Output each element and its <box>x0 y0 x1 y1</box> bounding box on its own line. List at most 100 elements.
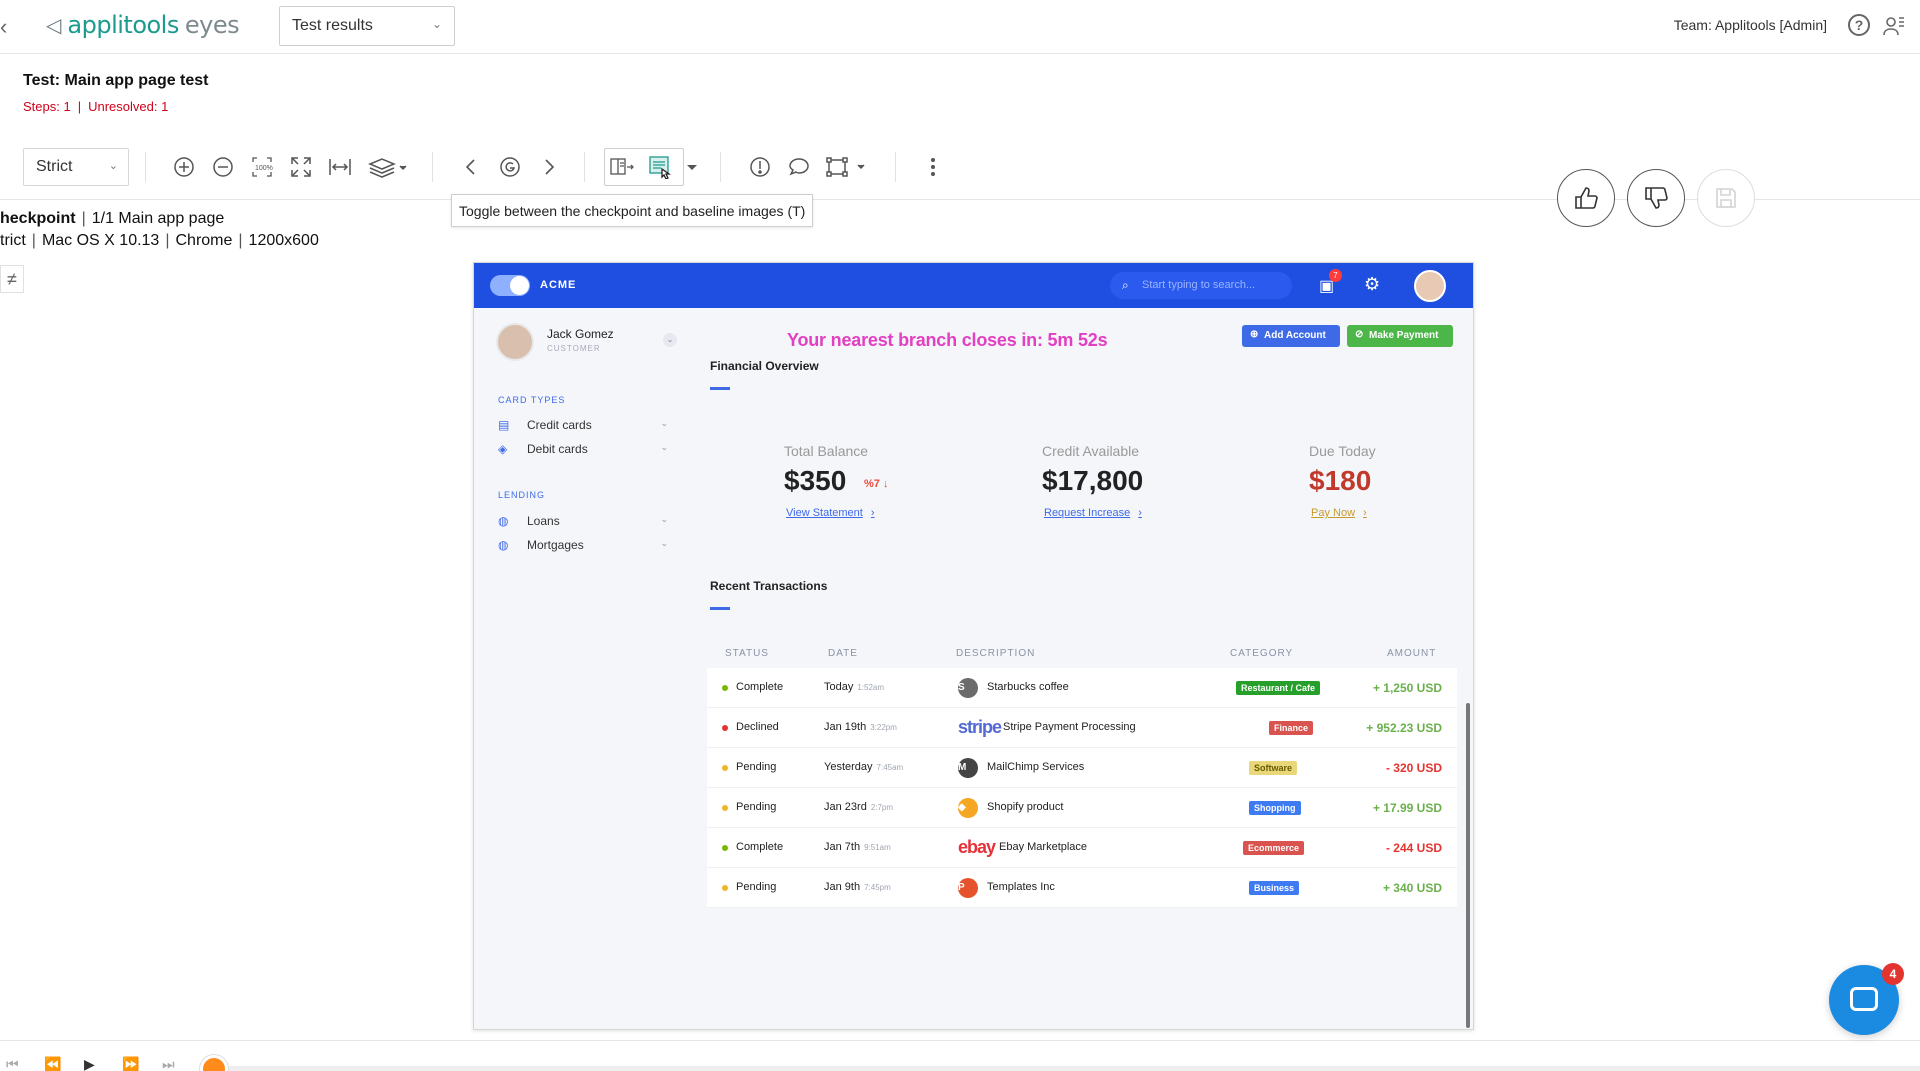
make-payment-button: ⊘ Make Payment <box>1347 325 1453 347</box>
acme-user-avatar <box>496 323 534 361</box>
thumbs-up-button[interactable] <box>1557 169 1615 227</box>
checkpoint-title: heckpoint | 1/1 Main app page <box>0 210 225 227</box>
toolbar-divider <box>584 152 585 182</box>
skip-to-start-icon[interactable]: ⏮ <box>6 1056 19 1071</box>
skip-to-end-icon[interactable]: ⏭ <box>162 1056 175 1071</box>
test-results-select[interactable]: Test results ⌄ <box>279 6 455 46</box>
plus-circle-icon: ⊕ <box>1250 329 1259 340</box>
heading-underline <box>710 607 730 610</box>
financial-overview-heading: Financial Overview <box>710 359 819 373</box>
toolbar-divider <box>145 152 146 182</box>
previous-frame-icon[interactable]: ⏪ <box>44 1056 61 1071</box>
toggle-tooltip: Toggle between the checkpoint and baseli… <box>451 194 814 227</box>
test-results-select-value: Test results <box>292 17 373 34</box>
gear-icon: ⚙ <box>1364 274 1381 294</box>
acme-brand: ACME <box>540 279 577 291</box>
save-icon <box>1716 188 1736 208</box>
pay-now-link: Pay Now › <box>1311 507 1367 519</box>
stat-label-due-today: Due Today <box>1309 443 1376 459</box>
previous-step-icon[interactable] <box>458 154 484 180</box>
credit-card-icon: ▤ <box>498 418 510 432</box>
back-chevron-icon[interactable]: ‹ <box>0 14 7 40</box>
playback-thumb[interactable] <box>200 1055 228 1071</box>
checkpoint-image[interactable]: ACME ⌕ Start typing to search... ▣ 7 ⚙ Ja… <box>473 262 1474 1030</box>
table-row: Pending Jan 23rd 2:7pm ◆ Shopify product Shop… <box>707 788 1457 828</box>
zoom-in-icon[interactable] <box>171 154 197 180</box>
zoom-100-icon[interactable]: 100% <box>249 154 275 180</box>
section-lending: LENDING <box>498 490 546 500</box>
tx-status: Pending <box>736 761 777 773</box>
save-button[interactable] <box>1697 169 1755 227</box>
test-title: Test: Main app page test <box>23 72 209 89</box>
app-logo[interactable]: ◁ applitools eyes <box>46 11 240 39</box>
fit-screen-icon[interactable] <box>288 154 314 180</box>
acme-toggle-icon <box>490 275 530 296</box>
checkpoint-match-level: trict <box>0 232 26 249</box>
help-icon[interactable]: ? <box>1848 14 1870 36</box>
next-frame-icon[interactable]: ⏩ <box>122 1056 139 1071</box>
play-icon[interactable]: ▶ <box>84 1056 95 1071</box>
acme-chat-badge: 7 <box>1329 269 1342 282</box>
remark-icon[interactable] <box>786 154 812 180</box>
match-level-value: Strict <box>36 158 73 175</box>
avatar <box>1414 270 1446 302</box>
fit-width-icon[interactable] <box>327 154 353 180</box>
layers-icon: ◈ <box>498 442 508 456</box>
tx-amount: + 17.99 USD <box>1372 801 1442 815</box>
merchant-logo-icon: stripe <box>958 717 1002 737</box>
region-dropdown-icon[interactable] <box>825 154 869 180</box>
tx-description: MailChimp Services <box>987 761 1085 773</box>
next-step-icon[interactable] <box>536 154 562 180</box>
playback-track[interactable] <box>213 1066 1920 1071</box>
top-bar: ‹ ◁ applitools eyes Test results ⌄ Team:… <box>0 0 1920 54</box>
logo-eye-icon: ◁ <box>46 14 62 37</box>
status-dot <box>722 725 728 731</box>
nav-item-debit-cards: ◈ Debit cards ⌄ <box>498 442 668 456</box>
layers-dropdown-icon[interactable] <box>366 154 410 180</box>
tx-date: Jan 7th 9:51am <box>824 841 891 853</box>
link-icon: ⊘ <box>1355 329 1364 340</box>
support-chat-button[interactable]: 4 <box>1829 963 1904 1035</box>
playback-bar: ⏮ ⏪ ▶ ⏩ ⏭ <box>0 1040 1920 1071</box>
column-header-amount: AMOUNT <box>1387 648 1437 659</box>
svg-text:100%: 100% <box>255 165 273 172</box>
column-header-date: DATE <box>828 648 858 659</box>
step-navigator-icon[interactable] <box>497 154 523 180</box>
toolbar-divider <box>895 152 896 182</box>
checkpoint-label: heckpoint <box>0 210 76 227</box>
zoom-out-icon[interactable] <box>210 154 236 180</box>
tx-description: Templates Inc <box>987 881 1055 893</box>
chevron-down-icon: ⌄ <box>431 17 442 31</box>
unresolved-count[interactable]: Unresolved: 1 <box>88 99 168 114</box>
acme-search-input: ⌕ Start typing to search... <box>1110 272 1292 299</box>
stat-value-total-balance: $350 <box>784 465 847 496</box>
side-by-side-view-icon[interactable] <box>609 154 635 180</box>
nav-item-credit-cards: ▤ Credit cards ⌄ <box>498 418 668 432</box>
match-level-select[interactable]: Strict ⌄ <box>23 148 129 186</box>
acme-user-role: CUSTOMER <box>547 344 601 353</box>
tx-description: Starbucks coffee <box>987 681 1069 693</box>
tx-category-badge: Finance <box>1269 721 1314 735</box>
checkpoint-browser: Chrome <box>175 232 233 249</box>
toolbar-divider <box>432 152 433 182</box>
view-mode-dropdown-icon[interactable] <box>683 154 701 180</box>
thumbs-down-button[interactable] <box>1627 169 1685 227</box>
test-meta: Steps: 1 | Unresolved: 1 <box>23 99 169 114</box>
more-options-icon[interactable] <box>920 154 946 180</box>
toggle-checkpoint-baseline-icon[interactable] <box>647 154 673 180</box>
table-row: Pending Jan 9th 7:45pm P Templates Inc Busine… <box>707 868 1457 908</box>
user-settings-icon[interactable] <box>1882 14 1906 38</box>
status-dot <box>722 765 728 771</box>
diff-indicator-icon[interactable]: ≠ <box>0 265 24 293</box>
issue-icon[interactable] <box>747 154 773 180</box>
status-dot <box>722 805 728 811</box>
tx-date: Jan 23rd 2:7pm <box>824 801 894 813</box>
tx-description: Ebay Marketplace <box>999 841 1088 853</box>
merchant-logo-icon: P <box>958 878 978 898</box>
view-statement-link: View Statement › <box>786 507 875 519</box>
tx-category-badge: Software <box>1249 761 1298 775</box>
tx-date: Jan 19th 3:22pm <box>824 721 897 733</box>
column-header-description: DESCRIPTION <box>956 648 1036 659</box>
merchant-logo-icon: M <box>958 758 978 778</box>
team-label[interactable]: Team: Applitools [Admin] <box>1674 17 1827 33</box>
